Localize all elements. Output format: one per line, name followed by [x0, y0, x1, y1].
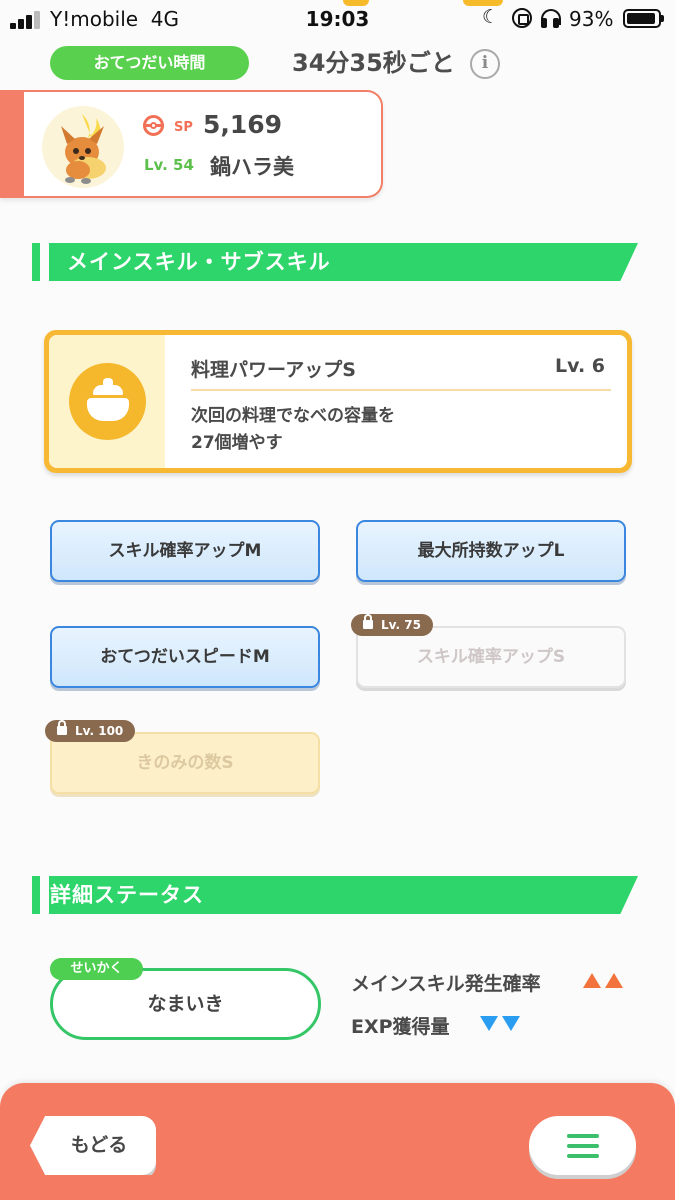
- sp-label: SP: [174, 120, 193, 135]
- stat-down-arrow-icon: [502, 1016, 520, 1031]
- unlock-level-badge: Lv. 100: [45, 720, 136, 742]
- sub-skill-button[interactable]: スキル確率アップM: [50, 520, 320, 582]
- battery-percent: 93%: [569, 7, 614, 31]
- back-button[interactable]: もどる: [30, 1116, 156, 1175]
- section-title: メインスキル・サブスキル: [67, 250, 331, 274]
- stat-up-arrow-icon: [583, 973, 601, 988]
- sub-skill-button[interactable]: おてつだいスピードM: [50, 626, 320, 688]
- pokeball-icon: [143, 115, 164, 136]
- card-accent-stripe: [0, 90, 24, 198]
- pokemon-nickname: 鍋ハラ美: [210, 155, 294, 179]
- sub-skill-button[interactable]: 最大所持数アップL: [356, 520, 626, 582]
- pokemon-level: Lv. 54: [144, 156, 194, 174]
- headphones-icon: [541, 9, 561, 28]
- main-skill-level: Lv. 6: [555, 355, 605, 377]
- cooking-pot-icon: [69, 363, 146, 440]
- nature-tag: せいかく: [50, 958, 143, 980]
- main-skill-description: 次回の料理でなべの容量を 27個増やす: [191, 406, 395, 453]
- skills-section-header: メインスキル・サブスキル: [32, 243, 638, 281]
- section-title: 詳細ステータス: [50, 883, 204, 907]
- top-edge-tab: [463, 0, 503, 6]
- status-bar: Y!mobile 4G 19:03 ☾ 93%: [0, 0, 675, 38]
- stat-main-skill-rate: メインスキル発生確率: [351, 973, 541, 995]
- orientation-lock-icon: [512, 8, 532, 28]
- hamburger-menu-icon[interactable]: [529, 1116, 636, 1175]
- sp-value: 5,169: [203, 110, 283, 139]
- info-icon[interactable]: i: [470, 49, 500, 79]
- main-skill-card[interactable]: 料理パワーアップS Lv. 6 次回の料理でなべの容量を 27個増やす: [44, 330, 632, 473]
- unlock-level-badge: Lv. 75: [351, 614, 433, 636]
- details-section-header: 詳細ステータス: [32, 876, 638, 914]
- stat-up-arrow-icon: [605, 973, 623, 988]
- stat-down-arrow-icon: [480, 1016, 498, 1031]
- divider: [191, 389, 611, 391]
- top-edge-tab: [343, 0, 369, 6]
- main-skill-name: 料理パワーアップS: [191, 359, 356, 381]
- lock-icon: [363, 614, 373, 629]
- pokemon-avatar: [42, 106, 124, 188]
- help-time-pill: おてつだい時間: [50, 46, 249, 80]
- help-interval-value: 34分35秒ごと: [292, 49, 455, 77]
- do-not-disturb-moon-icon: ☾: [482, 6, 500, 28]
- pokemon-card[interactable]: SP 5,169 Lv. 54 鍋ハラ美: [0, 90, 383, 198]
- battery-icon: [623, 9, 664, 28]
- lock-icon: [57, 720, 67, 735]
- stat-exp-gain: EXP獲得量: [351, 1016, 450, 1038]
